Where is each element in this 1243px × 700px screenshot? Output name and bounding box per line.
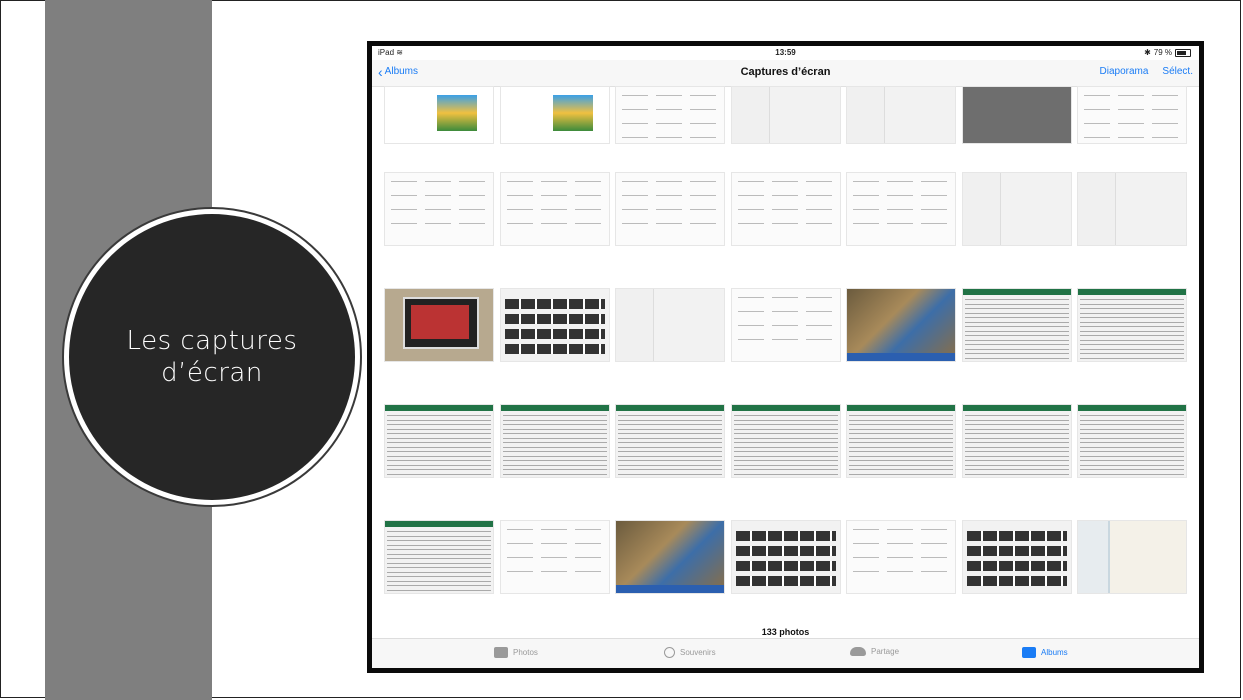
photo-thumbnail[interactable] — [962, 404, 1072, 478]
slide-title: Les captures d’écran — [126, 326, 298, 388]
photo-thumbnail[interactable] — [1077, 404, 1187, 478]
tab-label: Photos — [513, 648, 538, 657]
photo-thumbnail[interactable] — [962, 86, 1072, 144]
tab-label: Souvenirs — [680, 648, 716, 657]
photo-thumbnail[interactable] — [500, 86, 610, 144]
status-right: ✱ 79 % — [1144, 48, 1191, 57]
photo-thumbnail[interactable] — [1077, 288, 1187, 362]
ipad-screenshot-frame: iPad ≋ 13:59 ✱ 79 % ‹ Albums Captures d’… — [367, 41, 1204, 673]
tab-label: Albums — [1041, 648, 1068, 657]
select-button[interactable]: Sélect. — [1162, 66, 1193, 77]
navigation-bar: ‹ Albums Captures d’écran Diaporama Séle… — [372, 60, 1199, 87]
tab-bar: Photos Souvenirs Partage Albums — [372, 638, 1199, 668]
photo-thumbnail[interactable] — [731, 520, 841, 594]
album-title: Captures d’écran — [740, 66, 831, 78]
status-bar: iPad ≋ 13:59 ✱ 79 % — [372, 46, 1199, 60]
tab-albums[interactable]: Albums — [1022, 647, 1068, 658]
cloud-icon — [850, 647, 866, 656]
title-circle-fill: Les captures d’écran — [69, 214, 355, 500]
photo-thumbnail[interactable] — [1077, 86, 1187, 144]
photo-thumbnail[interactable] — [615, 172, 725, 246]
photo-thumbnail[interactable] — [615, 86, 725, 144]
photo-thumbnail[interactable] — [846, 288, 956, 362]
battery-percent: 79 % — [1153, 48, 1172, 57]
photo-thumbnail[interactable] — [615, 288, 725, 362]
photo-thumbnail[interactable] — [615, 520, 725, 594]
photo-count: 133 photos — [761, 627, 810, 637]
photo-thumbnail[interactable] — [384, 404, 494, 478]
photo-thumbnail[interactable] — [846, 520, 956, 594]
status-time: 13:59 — [775, 48, 796, 57]
photo-thumbnail[interactable] — [384, 86, 494, 144]
photo-thumbnail[interactable] — [846, 404, 956, 478]
photo-thumbnail[interactable] — [731, 86, 841, 144]
tab-partage[interactable]: Partage — [850, 647, 899, 656]
photo-thumbnail[interactable] — [1077, 172, 1187, 246]
albums-icon — [1022, 647, 1036, 658]
ipad-screen: iPad ≋ 13:59 ✱ 79 % ‹ Albums Captures d’… — [372, 46, 1199, 668]
photo-thumbnail[interactable] — [846, 172, 956, 246]
photo-thumbnail[interactable] — [500, 172, 610, 246]
photo-thumbnail[interactable] — [384, 172, 494, 246]
photo-thumbnail[interactable] — [846, 86, 956, 144]
tab-label: Partage — [871, 647, 900, 656]
photos-icon — [494, 647, 508, 658]
photo-thumbnail[interactable] — [384, 288, 494, 362]
photo-thumbnail[interactable] — [500, 288, 610, 362]
bluetooth-icon: ✱ — [1144, 48, 1151, 57]
photo-thumbnail[interactable] — [1077, 520, 1187, 594]
tab-souvenirs[interactable]: Souvenirs — [664, 647, 716, 658]
slideshow-button[interactable]: Diaporama — [1100, 66, 1149, 77]
photo-thumbnail[interactable] — [384, 520, 494, 594]
memories-icon — [664, 647, 675, 658]
photo-thumbnail[interactable] — [615, 404, 725, 478]
battery-icon — [1175, 48, 1191, 57]
title-circle: Les captures d’écran — [62, 207, 362, 507]
photo-thumbnail[interactable] — [500, 404, 610, 478]
photo-thumbnail[interactable] — [962, 288, 1072, 362]
photo-thumbnail[interactable] — [962, 172, 1072, 246]
photo-thumbnail[interactable] — [731, 404, 841, 478]
photo-thumbnail[interactable] — [962, 520, 1072, 594]
photo-thumbnail[interactable] — [731, 288, 841, 362]
nav-actions: Diaporama Sélect. — [1100, 66, 1194, 77]
photo-thumbnail[interactable] — [731, 172, 841, 246]
photo-thumbnail[interactable] — [500, 520, 610, 594]
tab-photos[interactable]: Photos — [494, 647, 538, 658]
